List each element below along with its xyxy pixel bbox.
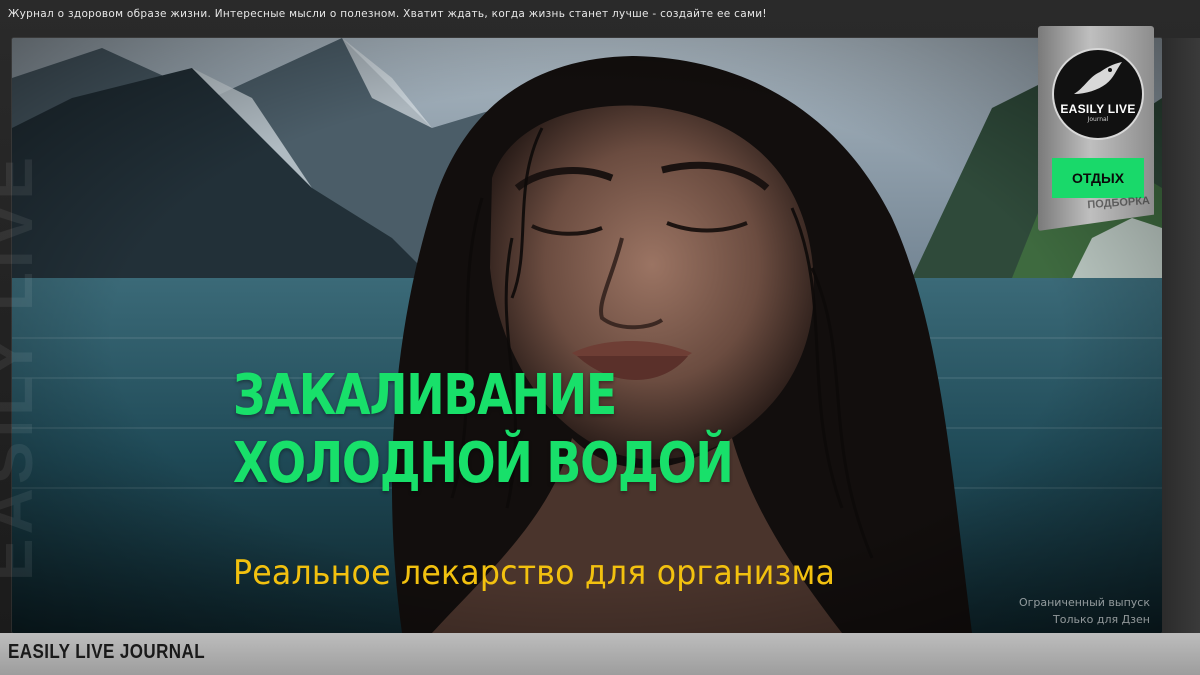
hero-photo xyxy=(12,38,1162,633)
journal-tagline: Журнал о здоровом образе жизни. Интересн… xyxy=(8,8,767,20)
headline-line-1: ЗАКАЛИВАНИЕ xyxy=(233,363,617,428)
right-margin-strip xyxy=(1162,38,1200,633)
subtitle: Реальное лекарство для организма xyxy=(233,553,836,593)
headline-line-2: ХОЛОДНОЙ ВОДОЙ xyxy=(233,431,734,496)
logo-subtitle: Journal xyxy=(1087,116,1109,123)
category-label: ОТДЫХ xyxy=(1052,158,1144,198)
bird-icon xyxy=(1074,62,1122,94)
footer-brand: EASILY LIVE JOURNAL xyxy=(8,641,206,663)
journal-logo: EASILY LIVE Journal xyxy=(1052,48,1144,140)
cover-frame: Журнал о здоровом образе жизни. Интересн… xyxy=(0,0,1200,675)
edition-notice: Ограниченный выпуск Только для Дзен xyxy=(1019,594,1150,628)
logo-title: EASILY LIVE xyxy=(1060,102,1136,116)
category-badge: EASILY LIVE Journal ОТДЫХ ПОДБОРКА xyxy=(1030,26,1158,236)
edition-notice-line-1: Ограниченный выпуск xyxy=(1018,596,1150,609)
headline: ЗАКАЛИВАНИЕ ХОЛОДНОЙ ВОДОЙ xyxy=(233,362,734,498)
vertical-watermark: EASILY LIVE xyxy=(0,152,46,582)
edition-notice-line-2: Только для Дзен xyxy=(1053,613,1150,626)
hero-illustration xyxy=(12,38,1162,633)
